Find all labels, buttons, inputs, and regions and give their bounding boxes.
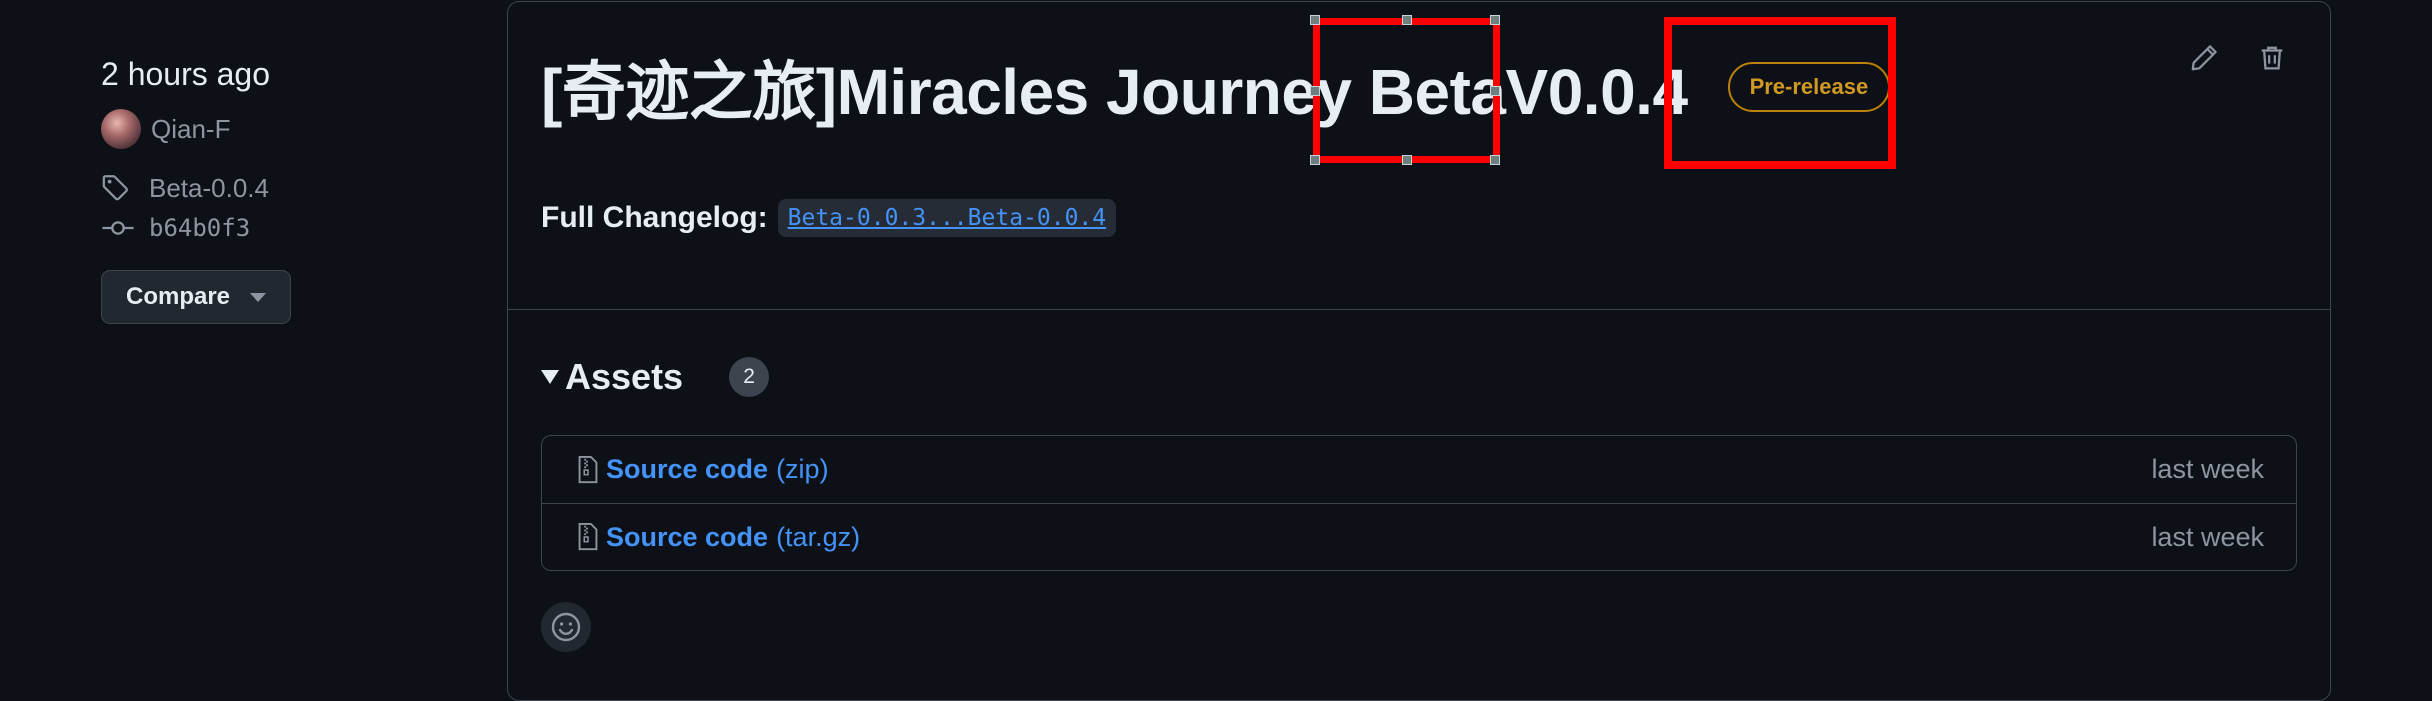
asset-date: last week [2151,521,2264,552]
file-zip-icon [576,521,604,553]
changelog-label: Full Changelog: [541,201,768,234]
file-zip-icon [576,454,604,486]
assets-toggle[interactable]: Assets 2 [541,352,770,402]
author-name[interactable]: Qian-F [151,114,230,145]
release-actions [2188,42,2288,74]
tag-link[interactable]: Beta-0.0.4 [101,168,401,208]
resize-handle[interactable] [1402,15,1412,25]
resize-handle[interactable] [1310,15,1320,25]
resize-handle[interactable] [1402,155,1412,165]
smiley-icon [551,612,581,642]
tag-name[interactable]: Beta-0.0.4 [149,173,269,204]
selection-box [1313,18,1500,163]
assets-label[interactable]: Assets [565,356,683,398]
asset-date: last week [2151,454,2264,484]
release-title[interactable]: [奇迹之旅]Miracles Journey BetaV0.0.4 [541,41,1688,133]
asset-name[interactable]: Source code [606,454,768,485]
highlight-box [1664,17,1896,169]
changelog-compare-link[interactable]: Beta-0.0.3...Beta-0.0.4 [777,199,1117,237]
add-reaction-button[interactable] [541,602,591,652]
commit-sha[interactable]: b64b0f3 [149,214,250,242]
pencil-icon[interactable] [2188,42,2220,74]
chevron-down-icon [250,292,267,302]
asset-name[interactable]: Source code [606,522,768,553]
asset-ext[interactable]: (zip) [776,454,829,485]
avatar[interactable] [101,109,141,149]
git-commit-icon [101,208,141,248]
resize-handle[interactable] [1310,155,1320,165]
assets-list: Source code (zip) last week Source code … [541,435,2297,571]
trash-icon[interactable] [2256,42,2288,74]
list-item[interactable]: Source code (zip) last week [542,436,2296,503]
assets-count-badge: 2 [729,357,770,397]
commit-link[interactable]: b64b0f3 [101,208,401,248]
resize-handle[interactable] [1490,86,1500,96]
changelog: Full Changelog: Beta-0.0.3...Beta-0.0.4 [541,199,1117,237]
release-time: 2 hours ago [101,56,271,92]
compare-label: Compare [125,283,231,310]
resize-handle[interactable] [1490,155,1500,165]
compare-button[interactable]: Compare [101,270,291,324]
tag-icon [101,168,141,208]
list-item[interactable]: Source code (tar.gz) last week [542,503,2296,570]
resize-handle[interactable] [1310,86,1320,96]
author-link[interactable]: Qian-F [101,106,401,152]
resize-handle[interactable] [1490,15,1500,25]
caret-down-icon [541,370,559,384]
asset-ext[interactable]: (tar.gz) [776,522,860,553]
release-meta: 2 hours ago Qian-F Beta-0.0.4 b64b0f3 Co… [101,48,401,324]
